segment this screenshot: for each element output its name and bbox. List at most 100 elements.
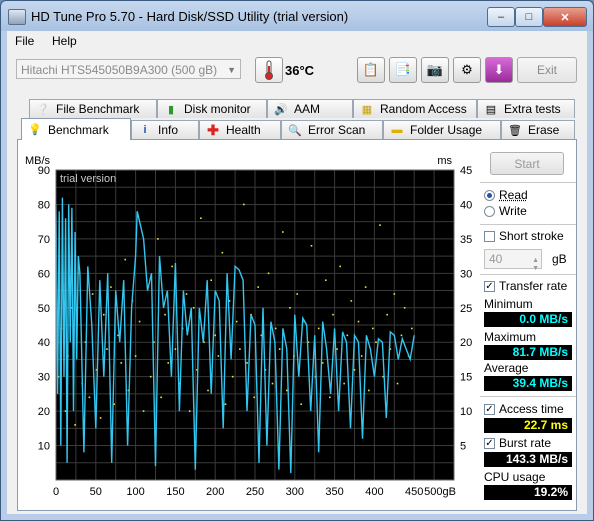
extra-tests-icon: ▤ <box>485 103 497 116</box>
trash-icon: 🗑 <box>508 124 522 137</box>
read-radio[interactable] <box>484 190 495 201</box>
access-time-point <box>278 348 281 350</box>
tab-info[interactable]: i Info <box>131 120 199 139</box>
read-label[interactable]: Read <box>499 188 528 202</box>
temperature-button[interactable] <box>255 57 283 83</box>
settings-button[interactable]: ⚙ <box>453 57 481 83</box>
x-tick-label: 400 <box>365 486 383 498</box>
access-time-point <box>393 293 396 295</box>
save-button[interactable]: ⬇ <box>485 57 513 83</box>
health-cross-icon: ✚ <box>207 121 219 138</box>
maximum-label: Maximum <box>484 330 537 344</box>
tab-health[interactable]: ✚ Health <box>199 120 281 139</box>
access-time-point <box>246 362 248 364</box>
access-time-point <box>192 306 195 309</box>
tab-folder-usage[interactable]: ▬ Folder Usage <box>383 120 501 139</box>
access-time-label[interactable]: Access time <box>499 402 564 416</box>
access-time-checkbox[interactable]: ✓ <box>484 404 495 415</box>
exit-button[interactable]: Exit <box>517 57 577 83</box>
burst-rate-label[interactable]: Burst rate <box>499 436 551 450</box>
title-bar[interactable]: HD Tune Pro 5.70 - Hard Disk/SSD Utility… <box>1 1 593 31</box>
tab-file-benchmark[interactable]: ❔ File Benchmark <box>29 99 157 118</box>
access-time-point <box>106 348 108 350</box>
access-time-point <box>350 300 353 302</box>
thermometer-icon <box>265 60 273 80</box>
maximum-value: 81.7 MB/s <box>484 345 572 360</box>
tab-disk-monitor[interactable]: ▮ Disk monitor <box>157 99 267 118</box>
access-time-point <box>274 327 277 330</box>
x-tick-label: 50 <box>90 486 102 498</box>
access-time-point <box>289 306 291 309</box>
benchmark-controls: Start Read Write Short stroke 40 ▲ ▼ gB … <box>480 140 578 510</box>
separator <box>480 274 576 275</box>
y-right-tick-label: 40 <box>460 199 472 211</box>
y-right-tick-label: 10 <box>460 406 472 418</box>
transfer-rate-label[interactable]: Transfer rate <box>499 279 567 293</box>
download-icon: ⬇ <box>493 62 505 77</box>
y-left-tick-label: 70 <box>38 234 50 246</box>
access-time-point <box>102 313 105 316</box>
access-time-point <box>171 265 174 268</box>
short-stroke-label[interactable]: Short stroke <box>499 229 564 243</box>
toolbar: Hitachi HTS545050B9A300 (500 gB) ▼ 36°C … <box>7 53 587 87</box>
access-time-point <box>160 396 162 399</box>
tab-benchmark[interactable]: 💡 Benchmark <box>21 118 131 140</box>
tab-aam[interactable]: 🔊 AAM <box>267 99 353 118</box>
y-right-tick-label: 35 <box>460 234 472 246</box>
burst-rate-checkbox[interactable]: ✓ <box>484 438 495 449</box>
separator <box>480 396 576 397</box>
y-left-tick-label: 10 <box>38 441 50 453</box>
copy-info-button[interactable]: 📑 <box>389 57 417 83</box>
random-access-icon: ▦ <box>361 103 373 116</box>
speaker-icon: 🔊 <box>274 103 288 116</box>
write-label[interactable]: Write <box>499 204 527 218</box>
drive-select[interactable]: Hitachi HTS545050B9A300 (500 gB) ▼ <box>16 59 241 79</box>
access-time-point <box>286 389 288 392</box>
access-time-point <box>91 293 94 295</box>
x-tick-label: 450 <box>405 486 423 498</box>
access-time-point <box>357 320 360 323</box>
access-time-point <box>400 334 403 337</box>
window-title: HD Tune Pro 5.70 - Hard Disk/SSD Utility… <box>31 9 349 24</box>
access-time-point <box>207 389 209 392</box>
screenshot-button[interactable]: 📷 <box>421 57 449 83</box>
access-time-point <box>282 231 284 233</box>
tab-random-access[interactable]: ▦ Random Access <box>353 99 477 118</box>
close-button[interactable]: ✕ <box>543 7 587 27</box>
tab-extra-tests[interactable]: ▤ Extra tests <box>477 99 575 118</box>
separator <box>480 224 576 225</box>
transfer-rate-checkbox[interactable]: ✓ <box>484 281 495 292</box>
access-time-point <box>149 375 152 378</box>
access-time-point <box>372 327 374 330</box>
write-radio[interactable] <box>484 206 495 217</box>
tab-erase[interactable]: 🗑 Erase <box>501 120 575 139</box>
menu-file[interactable]: File <box>15 34 34 48</box>
y-right-tick-label: 45 <box>460 165 472 177</box>
access-time-point <box>271 382 274 385</box>
copy-info-icon: 📑 <box>394 62 412 77</box>
copy-button[interactable]: 📋 <box>357 57 385 83</box>
cpu-usage-label: CPU usage <box>484 470 546 484</box>
access-time-point <box>253 396 256 399</box>
short-stroke-checkbox[interactable] <box>484 231 495 242</box>
client-area: File Help Hitachi HTS545050B9A300 (500 g… <box>7 31 587 514</box>
settings-icon: ⚙ <box>461 62 473 77</box>
minimize-button[interactable]: – <box>487 7 515 27</box>
access-time-point <box>210 279 213 282</box>
spin-down-icon[interactable]: ▼ <box>532 259 539 278</box>
maximize-button[interactable]: □ <box>515 7 543 27</box>
menu-help[interactable]: Help <box>52 34 77 48</box>
start-button[interactable]: Start <box>490 152 564 175</box>
access-time-point <box>167 362 170 364</box>
access-time-point <box>88 396 91 399</box>
access-time-point <box>231 375 234 378</box>
short-stroke-value: 40 <box>489 252 503 266</box>
access-time-point <box>343 382 345 385</box>
info-icon: i <box>143 124 147 136</box>
access-time-point <box>221 251 224 254</box>
chevron-down-icon: ▼ <box>227 65 236 75</box>
y-left-tick-label: 40 <box>38 337 50 349</box>
short-stroke-spinner[interactable]: 40 ▲ ▼ <box>484 249 542 272</box>
tab-error-scan[interactable]: 🔍 Error Scan <box>281 120 383 139</box>
access-time-point <box>110 286 112 288</box>
